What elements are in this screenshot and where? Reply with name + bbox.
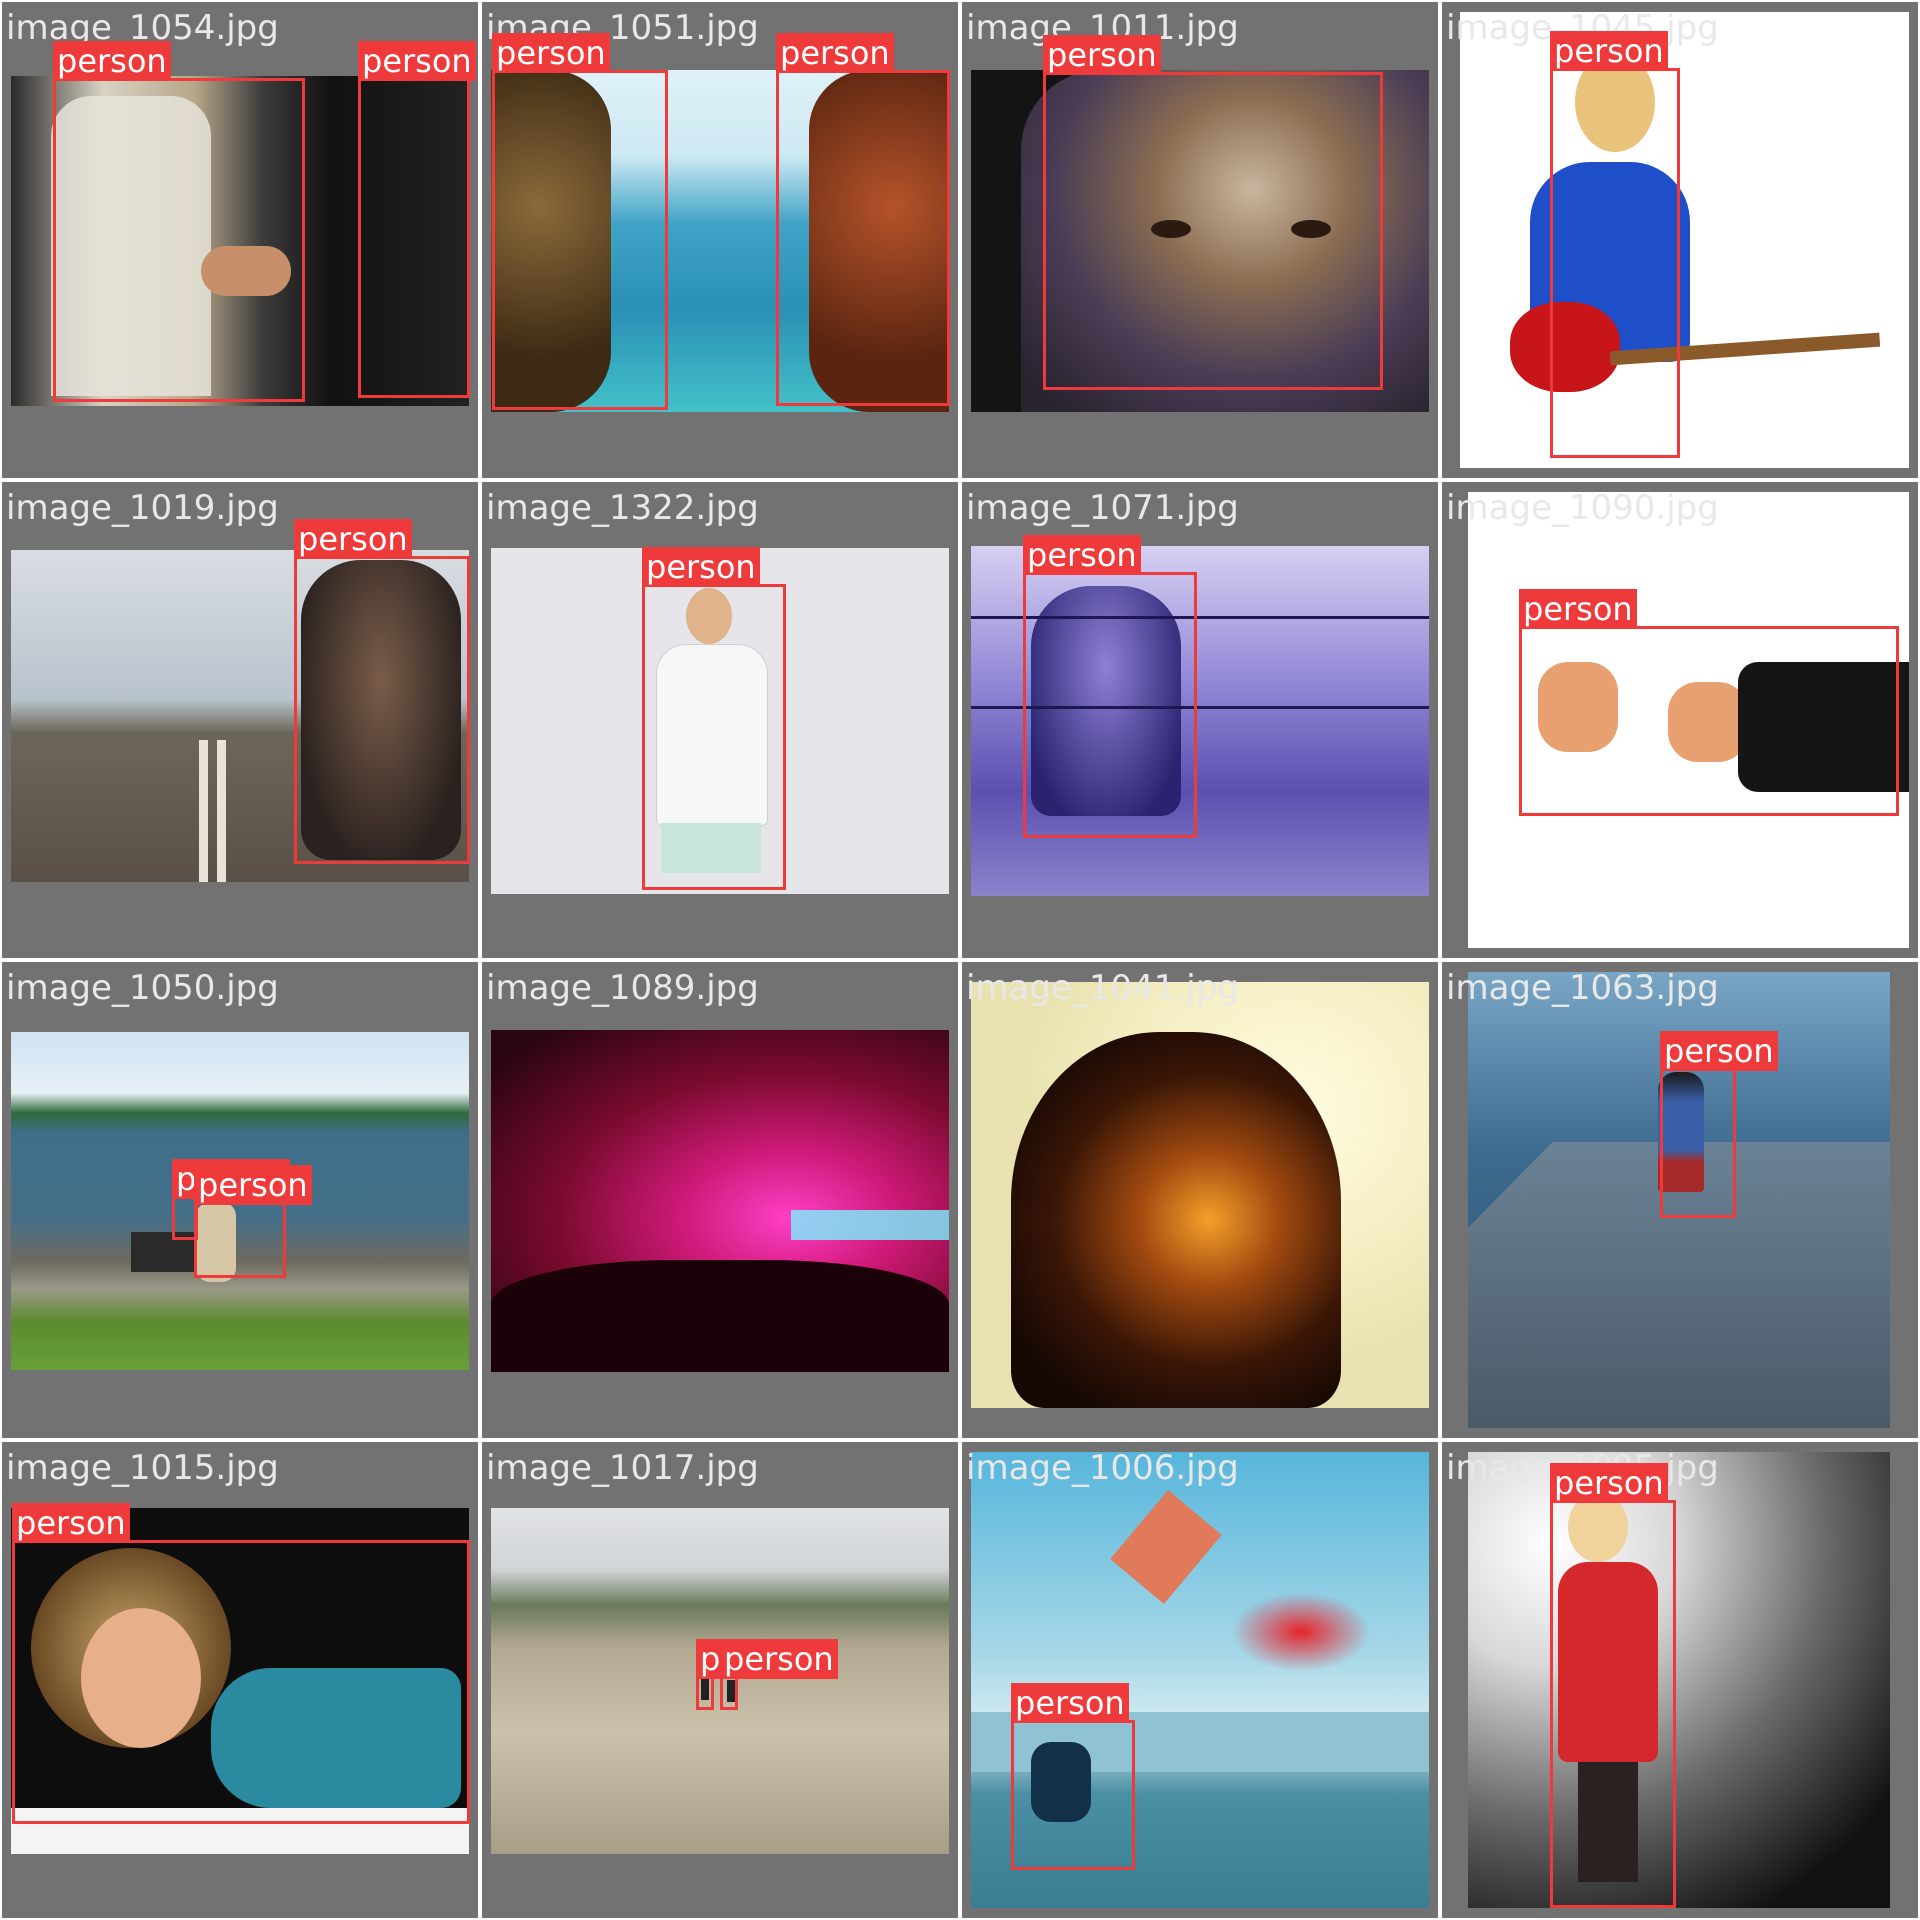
detection-box[interactable]: person [1023, 535, 1197, 838]
filename-label: image_1089.jpg [486, 968, 759, 1008]
tile-image-1054[interactable]: image_1054.jpg person person [2, 2, 478, 478]
detection-box[interactable]: person [358, 41, 476, 398]
head-silhouette-shape [1011, 1032, 1341, 1408]
detection-label: person [720, 1639, 838, 1679]
tile-image-1015[interactable]: image_1015.jpg person [2, 1442, 478, 1918]
road-line-shape [181, 740, 241, 882]
detection-box[interactable]: person [720, 1639, 838, 1710]
detection-box[interactable]: person [1519, 589, 1899, 816]
tile-image-1090[interactable]: image_1090.jpg person [1442, 482, 1918, 958]
filename-label: image_1015.jpg [6, 1448, 279, 1488]
tile-image-1019[interactable]: image_1019.jpg person [2, 482, 478, 958]
detection-label: person [1011, 1683, 1129, 1723]
detection-label: person [1660, 1031, 1778, 1071]
detection-box[interactable]: person [696, 1639, 814, 1710]
kite-shape [1110, 1490, 1222, 1604]
detection-label: person [1550, 1463, 1668, 1503]
photo-image-1045 [1460, 12, 1909, 468]
detection-label: person [642, 547, 760, 587]
red-smoke-shape [1231, 1592, 1371, 1672]
filename-label: image_1071.jpg [966, 488, 1239, 528]
tile-image-1006[interactable]: image_1006.jpg person [962, 1442, 1438, 1918]
tile-image-1041[interactable]: image_1041.jpg [962, 962, 1438, 1438]
filename-label: image_1322.jpg [486, 488, 759, 528]
filename-label: image_1050.jpg [6, 968, 279, 1008]
tile-image-1322[interactable]: image_1322.jpg person [482, 482, 958, 958]
crowd-shape [491, 1260, 949, 1372]
detection-grid: image_1054.jpg person person image_1051.… [0, 0, 1920, 1920]
detection-box[interactable]: person [642, 547, 786, 890]
tile-image-1051[interactable]: image_1051.jpg person person [482, 2, 958, 478]
detection-box[interactable]: person [1550, 31, 1680, 458]
tile-image-1071[interactable]: image_1071.jpg person [962, 482, 1438, 958]
tile-image-1095[interactable]: image_1095.jpg person [1442, 1442, 1918, 1918]
light-beam-shape [791, 1210, 949, 1240]
detection-label: person [12, 1503, 130, 1543]
detection-box[interactable]: person [12, 1503, 470, 1824]
detection-label: person [53, 41, 171, 81]
detection-label: person [294, 519, 412, 559]
detection-label: person [776, 33, 894, 73]
detection-box[interactable]: person [1550, 1463, 1676, 1908]
detection-box[interactable]: person [194, 1165, 312, 1278]
photo-image-1089 [491, 1030, 949, 1372]
detection-box[interactable]: person [492, 33, 668, 410]
tile-image-1017[interactable]: image_1017.jpg person person [482, 1442, 958, 1918]
tile-image-1011[interactable]: image_1011.jpg person [962, 2, 1438, 478]
detection-box[interactable]: person [776, 33, 950, 406]
detection-label: person [194, 1165, 312, 1205]
detection-label: person [1023, 535, 1141, 575]
detection-box[interactable]: person [53, 41, 305, 402]
detection-label: person [492, 33, 610, 73]
tile-image-1050[interactable]: image_1050.jpg person person [2, 962, 478, 1438]
filename-label: image_1063.jpg [1446, 968, 1719, 1008]
detection-label: person [1519, 589, 1637, 629]
filename-label: image_1017.jpg [486, 1448, 759, 1488]
detection-box[interactable]: person [1660, 1031, 1778, 1218]
photo-image-1095 [1468, 1452, 1890, 1908]
filename-label: image_1090.jpg [1446, 488, 1719, 528]
tile-image-1063[interactable]: image_1063.jpg person [1442, 962, 1918, 1438]
detection-box[interactable]: person [1043, 35, 1383, 390]
detection-box[interactable]: person [294, 519, 470, 864]
detection-label: person [1550, 31, 1668, 71]
detection-label: person [1043, 35, 1161, 75]
photo-image-1041 [971, 982, 1429, 1408]
tile-image-1045[interactable]: image_1045.jpg person [1442, 2, 1918, 478]
tile-image-1089[interactable]: image_1089.jpg [482, 962, 958, 1438]
filename-label: image_1006.jpg [966, 1448, 1239, 1488]
detection-label: person [358, 41, 476, 81]
filename-label: image_1019.jpg [6, 488, 279, 528]
filename-label: image_1041.jpg [966, 968, 1239, 1008]
detection-box[interactable]: person [1011, 1683, 1135, 1870]
